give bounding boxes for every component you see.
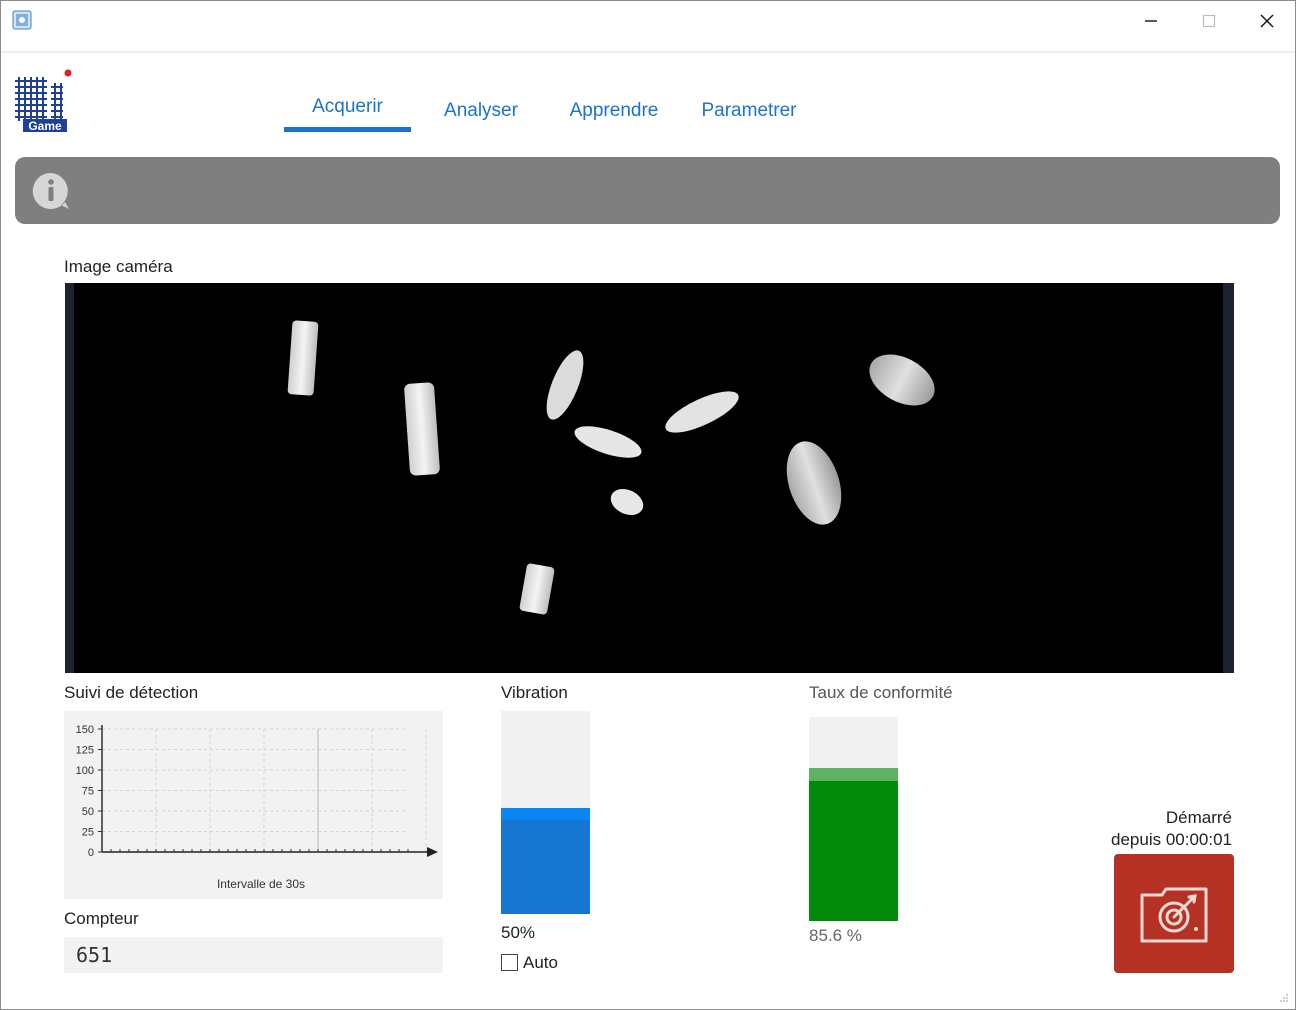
grain (519, 563, 555, 615)
grain (287, 320, 319, 396)
active-tab-indicator (284, 127, 411, 132)
counter-value: 651 (76, 943, 113, 967)
counter-field: 651 (64, 937, 443, 973)
minimize-icon (1145, 20, 1157, 22)
vibration-label: Vibration (501, 683, 568, 702)
vibration-handle[interactable] (501, 808, 590, 821)
maximize-button[interactable] (1181, 5, 1237, 37)
title-separator (1, 51, 1295, 53)
conformity-cap (809, 768, 898, 781)
grain (610, 488, 644, 516)
camera-target-icon (1140, 887, 1208, 942)
app-icon (12, 10, 32, 30)
y-tick-label: 75 (82, 786, 94, 798)
tab-acquerir[interactable]: Acquerir (284, 96, 411, 118)
grain (786, 441, 842, 525)
tab-parametrer[interactable]: Parametrer (689, 100, 809, 122)
vibration-percent: 50% (501, 923, 536, 942)
y-tick-label: 0 (88, 847, 94, 859)
close-icon (1260, 14, 1274, 28)
minimize-button[interactable] (1123, 5, 1179, 37)
info-bar (15, 157, 1280, 224)
counter-label: Compteur (64, 909, 139, 928)
auto-label: Auto (523, 953, 558, 972)
y-tick-label: 25 (82, 827, 94, 839)
conformity-label: Taux de conformité (809, 683, 953, 702)
status-line-2: depuis 00:00:01 (1111, 830, 1232, 849)
vibration-level-fill (501, 808, 590, 914)
detection-label: Suivi de détection (64, 683, 199, 702)
grain (869, 354, 935, 406)
grain (574, 426, 642, 458)
y-tick-label: 100 (76, 765, 94, 777)
grain (665, 391, 739, 433)
grain (404, 382, 440, 476)
rice-grains (287, 320, 935, 615)
camera-label: Image caméra (64, 257, 173, 276)
tab-apprendre[interactable]: Apprendre (554, 100, 674, 122)
y-tick-label: 150 (76, 724, 94, 736)
conformity-percent: 85.6 % (809, 926, 862, 945)
camera-image (65, 283, 1234, 673)
title-bar (1, 1, 1295, 41)
status-line-1: Démarré (1165, 808, 1232, 827)
vibration-slider[interactable] (501, 711, 590, 914)
qi-game-logo: Game (15, 69, 72, 133)
detection-chart-svg: 0 25 50 75 100 125 150 Intervalle de 30s (76, 724, 438, 891)
status-text: Démarré depuis 00:00:01 (1111, 807, 1232, 851)
info-icon (32, 172, 69, 209)
x-axis-label: Intervalle de 30s (217, 877, 305, 891)
y-tick-label: 125 (76, 745, 94, 757)
resize-grip-icon[interactable] (1279, 993, 1289, 1003)
start-acquisition-button[interactable] (1114, 854, 1234, 973)
y-tick-label: 50 (82, 806, 94, 818)
app-window: Game Acquerir Analyser Apprendre Paramet… (0, 0, 1296, 1010)
logo-subtext: Game (28, 119, 62, 133)
tab-analyser[interactable]: Analyser (421, 100, 541, 122)
auto-checkbox[interactable] (501, 954, 518, 971)
conformity-level-fill (809, 768, 898, 921)
close-button[interactable] (1239, 5, 1295, 37)
conformity-gauge (809, 717, 898, 921)
detection-chart: 0 25 50 75 100 125 150 Intervalle de 30s (64, 711, 443, 899)
grain (546, 350, 584, 420)
maximize-icon (1202, 14, 1216, 28)
x-axis-arrow-icon (427, 847, 438, 857)
